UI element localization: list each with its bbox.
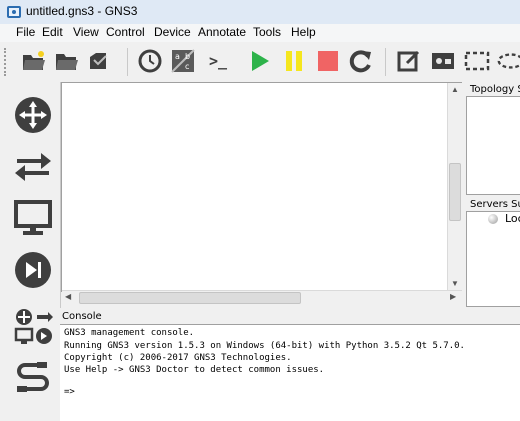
toolbar-separator <box>385 48 386 76</box>
servers-summary-title: Servers Su <box>470 199 520 210</box>
snapshot-button[interactable] <box>85 46 115 76</box>
menu-control[interactable]: Control <box>106 25 145 39</box>
menu-help[interactable]: Help <box>291 25 316 39</box>
pause-all-button[interactable] <box>279 46 309 76</box>
reload-icon <box>349 50 371 73</box>
console-line: Use Help -> GNS3 Doctor to detect common… <box>64 365 325 375</box>
routers-button[interactable] <box>10 92 56 138</box>
vertical-scroll-thumb[interactable] <box>449 163 461 221</box>
end-devices-button[interactable] <box>10 195 56 241</box>
all-devices-button[interactable] <box>14 307 54 347</box>
stop-icon <box>318 51 338 71</box>
menu-tools[interactable]: Tools <box>253 25 281 39</box>
snapshot-icon <box>90 53 107 69</box>
svg-text:c: c <box>185 62 189 71</box>
scroll-right-arrow[interactable]: ▶ <box>450 292 456 301</box>
menu-view[interactable]: View <box>73 25 99 39</box>
topology-summary-title: Topology S <box>470 84 520 95</box>
console-title: Console <box>62 311 102 322</box>
scroll-up-arrow[interactable]: ▲ <box>451 85 459 94</box>
gns3-app-icon <box>7 6 21 18</box>
open-folder-icon <box>56 54 78 70</box>
menu-device[interactable]: Device <box>154 25 191 39</box>
abc-toggle-button[interactable]: a b c <box>168 46 198 76</box>
window-title: untitled.gns3 - GNS3 <box>26 4 138 18</box>
reload-all-button[interactable] <box>346 46 376 76</box>
menu-edit[interactable]: Edit <box>42 25 63 39</box>
stop-all-button[interactable] <box>313 46 343 76</box>
abc-toggle-icon: a b c <box>171 49 195 73</box>
ellipse-icon <box>497 53 520 69</box>
open-project-button[interactable] <box>19 46 49 76</box>
toolbar-separator <box>127 48 128 76</box>
add-link-icon <box>17 362 49 392</box>
console-prompt[interactable]: => <box>64 387 75 397</box>
clock-icon <box>138 49 162 73</box>
console-header <box>60 308 520 324</box>
menu-bar: File Edit View Control Device Annotate T… <box>0 24 520 42</box>
draw-ellipse-button[interactable] <box>496 46 520 76</box>
console-line: Copyright (c) 2006-2017 GNS3 Technologie… <box>64 353 292 363</box>
start-all-button[interactable] <box>245 46 275 76</box>
open-folder-button[interactable] <box>52 46 82 76</box>
terminal-button[interactable]: >_ <box>203 46 233 76</box>
edit-note-icon <box>397 50 420 72</box>
switches-button[interactable] <box>10 143 56 189</box>
draw-rectangle-button[interactable] <box>462 46 492 76</box>
insert-image-button[interactable] <box>428 46 458 76</box>
add-link-button[interactable] <box>10 356 56 402</box>
menu-file[interactable]: File <box>16 25 35 39</box>
console-line: Running GNS3 version 1.5.3 on Windows (6… <box>64 341 465 351</box>
server-status-icon <box>488 214 498 224</box>
pause-icon <box>286 51 302 71</box>
end-device-icon <box>14 200 52 235</box>
topology-summary-panel <box>466 96 520 195</box>
svg-text:a: a <box>175 52 180 61</box>
insert-image-icon <box>432 53 454 69</box>
topology-canvas[interactable] <box>61 82 464 292</box>
scroll-down-arrow[interactable]: ▼ <box>451 279 459 288</box>
all-devices-icon <box>14 309 53 344</box>
clock-button[interactable] <box>135 46 165 76</box>
servers-summary-panel <box>466 211 520 307</box>
switch-icon <box>15 153 51 181</box>
horizontal-scroll-thumb[interactable] <box>79 292 301 304</box>
router-icon <box>15 97 51 133</box>
open-project-icon <box>23 51 45 70</box>
security-devices-button[interactable] <box>10 247 56 293</box>
menu-annotate[interactable]: Annotate <box>198 25 246 39</box>
svg-text:b: b <box>185 52 190 61</box>
terminal-icon: >_ <box>208 52 228 70</box>
server-local[interactable]: Loc <box>505 212 520 225</box>
toolbar-grip[interactable] <box>4 48 12 76</box>
add-note-button[interactable] <box>394 46 424 76</box>
scroll-left-arrow[interactable]: ◀ <box>65 292 71 301</box>
rectangle-icon <box>464 51 490 71</box>
start-icon <box>252 51 269 71</box>
console-line: GNS3 management console. <box>64 328 195 338</box>
security-device-icon <box>15 252 51 288</box>
